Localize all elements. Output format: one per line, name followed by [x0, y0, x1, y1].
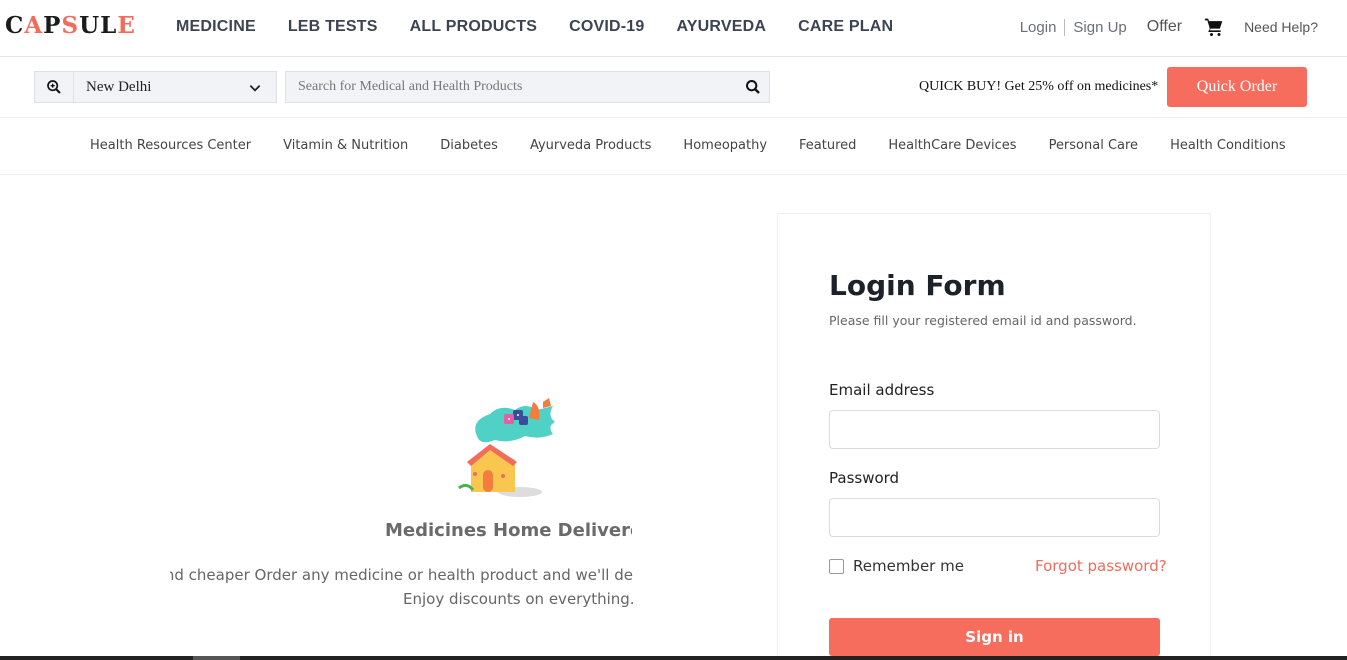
home-delivery-illustration	[455, 396, 565, 502]
main-nav: MEDICINE LEB TESTS ALL PRODUCTS COVID-19…	[176, 18, 925, 36]
category-featured[interactable]: Featured	[799, 138, 856, 153]
logo-letter: A	[24, 12, 44, 39]
offer-link[interactable]: Offer	[1147, 18, 1182, 36]
search-bar-row: New Delhi QUICK BUY! Get 25% off on medi…	[0, 57, 1347, 118]
chevron-down-icon	[248, 80, 262, 94]
logo-letter: U	[79, 12, 101, 39]
need-help-link[interactable]: Need Help?	[1244, 19, 1318, 35]
location-select[interactable]: New Delhi	[34, 71, 277, 103]
nav-lab-tests[interactable]: LEB TESTS	[288, 18, 378, 36]
hero-subtext: Enjoy discounts on everything.	[403, 590, 635, 608]
search-icon[interactable]	[745, 79, 761, 95]
email-label: Email address	[829, 381, 935, 399]
cart-icon[interactable]	[1204, 17, 1224, 37]
category-vitamin-nutrition[interactable]: Vitamin & Nutrition	[283, 138, 408, 153]
logo-letter: P	[43, 12, 62, 39]
horizontal-scrollbar[interactable]	[0, 656, 1347, 660]
sign-in-button[interactable]: Sign in	[829, 618, 1160, 656]
category-health-resources[interactable]: Health Resources Center	[90, 138, 251, 153]
category-health-conditions[interactable]: Health Conditions	[1170, 138, 1286, 153]
search-input[interactable]	[286, 72, 745, 102]
category-bar: Health Resources Center Vitamin & Nutrit…	[0, 118, 1347, 175]
quick-order-button[interactable]: Quick Order	[1167, 67, 1307, 107]
hero-title: Medicines Home Delivered	[385, 520, 632, 541]
hero-description: ts and cheaper Order any medicine or hea…	[170, 566, 633, 584]
nav-care-plan[interactable]: CARE PLAN	[798, 18, 893, 36]
hero-description-text: ts and cheaper Order any medicine or hea…	[170, 566, 633, 584]
login-title: Login Form	[829, 269, 1006, 302]
category-ayurveda-products[interactable]: Ayurveda Products	[530, 138, 651, 153]
logo-letter: C	[5, 12, 25, 39]
nav-all-products[interactable]: ALL PRODUCTS	[410, 18, 537, 36]
login-card: Login Form Please fill your registered e…	[777, 213, 1211, 660]
login-link[interactable]: Login	[1020, 18, 1066, 36]
password-label: Password	[829, 469, 900, 487]
remember-me: Remember me	[829, 557, 964, 575]
category-homeopathy[interactable]: Homeopathy	[683, 138, 767, 153]
category-personal-care[interactable]: Personal Care	[1049, 138, 1139, 153]
email-field[interactable]	[829, 410, 1160, 449]
capsule-logo[interactable]: CAPSULE	[5, 12, 136, 39]
logo-letter: S	[61, 12, 80, 39]
top-navbar: CAPSULE MEDICINE LEB TESTS ALL PRODUCTS …	[0, 0, 1347, 57]
logo-letter: E	[117, 12, 136, 39]
product-search	[285, 71, 770, 103]
password-field[interactable]	[829, 498, 1160, 537]
location-zoom-icon	[35, 72, 74, 102]
account-nav: Login Sign Up Offer Need Help?	[1020, 17, 1318, 37]
remember-me-checkbox[interactable]	[829, 558, 844, 574]
login-subtitle: Please fill your registered email id and…	[829, 313, 1137, 328]
location-value: New Delhi	[86, 78, 152, 95]
promo-text: QUICK BUY! Get 25% off on medicines*	[919, 79, 1159, 94]
signup-link[interactable]: Sign Up	[1065, 19, 1126, 36]
nav-covid-19[interactable]: COVID-19	[569, 18, 644, 36]
nav-ayurveda[interactable]: AYURVEDA	[677, 18, 767, 36]
nav-medicine[interactable]: MEDICINE	[176, 18, 256, 36]
category-diabetes[interactable]: Diabetes	[440, 138, 498, 153]
category-healthcare-devices[interactable]: HealthCare Devices	[888, 138, 1016, 153]
remember-me-label[interactable]: Remember me	[853, 557, 964, 575]
forgot-password-link[interactable]: Forgot password?	[1035, 557, 1167, 575]
scrollbar-thumb[interactable]	[193, 656, 240, 660]
logo-letter: L	[100, 12, 118, 39]
